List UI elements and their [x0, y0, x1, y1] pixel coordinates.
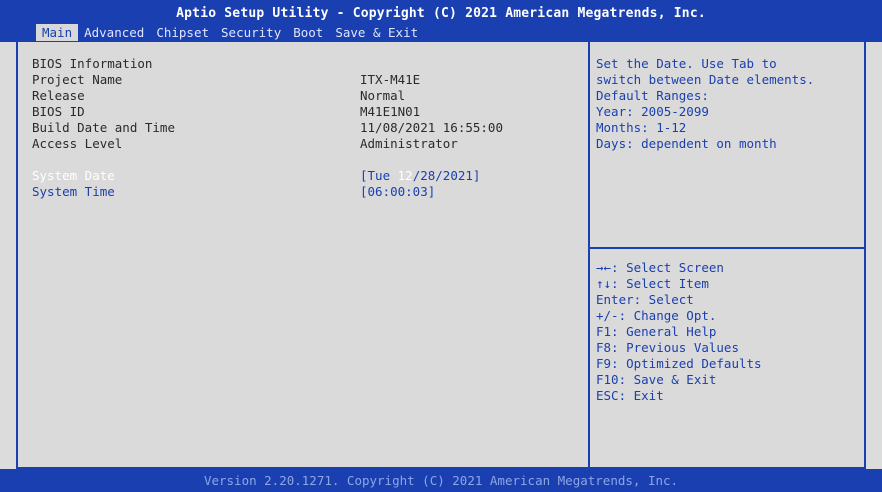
help-text-line: Year: 2005-2099: [596, 104, 709, 119]
help-divider: [590, 247, 864, 249]
info-value: Administrator: [360, 136, 458, 151]
help-panel: Set the Date. Use Tab to switch between …: [588, 42, 866, 469]
help-text-line: switch between Date elements.: [596, 72, 815, 87]
info-value: ITX-M41E: [360, 72, 421, 87]
help-text-line: Days: dependent on month: [596, 136, 777, 151]
key-hint: F10: Save & Exit: [596, 372, 717, 387]
help-text-line: Default Ranges:: [596, 88, 709, 103]
date-suffix: /28/2021]: [412, 168, 481, 183]
info-label: BIOS ID: [32, 104, 85, 119]
info-label: Access Level: [32, 136, 123, 151]
footer-version: Version 2.20.1271. Copyright (C) 2021 Am…: [203, 473, 679, 488]
tab-security[interactable]: Security: [215, 24, 287, 41]
tab-main[interactable]: Main: [36, 24, 79, 41]
help-text-line: Months: 1-12: [596, 120, 687, 135]
utility-title: Aptio Setup Utility - Copyright (C) 2021…: [176, 6, 706, 21]
tab-boot[interactable]: Boot: [287, 24, 329, 41]
tab-save-exit[interactable]: Save & Exit: [329, 24, 424, 41]
section-title: BIOS Information: [32, 56, 153, 71]
key-hint: F1: General Help: [596, 324, 717, 339]
tab-advanced[interactable]: Advanced: [78, 24, 150, 41]
date-month-field[interactable]: 12: [398, 168, 413, 183]
info-value: M41E1N01: [360, 104, 421, 119]
key-hint: ↑↓: Select Item: [596, 276, 709, 291]
info-value: 11/08/2021 16:55:00: [360, 120, 503, 135]
info-label: Project Name: [32, 72, 123, 87]
footer-bar: Version 2.20.1271. Copyright (C) 2021 Am…: [0, 469, 882, 492]
tab-chipset[interactable]: Chipset: [150, 24, 215, 41]
key-hint: F8: Previous Values: [596, 340, 739, 355]
tab-bar: Main Advanced Chipset Security Boot Save…: [36, 24, 424, 41]
info-label: Build Date and Time: [32, 120, 175, 135]
info-label: Release: [32, 88, 85, 103]
system-date-value[interactable]: [Tue 12/28/2021]: [360, 168, 480, 184]
system-date-label: System Date: [32, 168, 115, 183]
key-hint: Enter: Select: [596, 292, 694, 307]
key-hint: +/-: Change Opt.: [596, 308, 717, 323]
date-prefix: [Tue: [360, 168, 398, 183]
key-hint: →←: Select Screen: [596, 260, 724, 275]
header-bar: Aptio Setup Utility - Copyright (C) 2021…: [0, 0, 882, 42]
key-hint: F9: Optimized Defaults: [596, 356, 762, 371]
system-time-label: System Time: [32, 184, 115, 199]
settings-panel: BIOS Information Project Name ITX-M41E R…: [16, 42, 588, 469]
key-hint: ESC: Exit: [596, 388, 664, 403]
system-time-value[interactable]: [06:00:03]: [360, 184, 435, 200]
help-text-line: Set the Date. Use Tab to: [596, 56, 777, 71]
info-value: Normal: [360, 88, 406, 103]
